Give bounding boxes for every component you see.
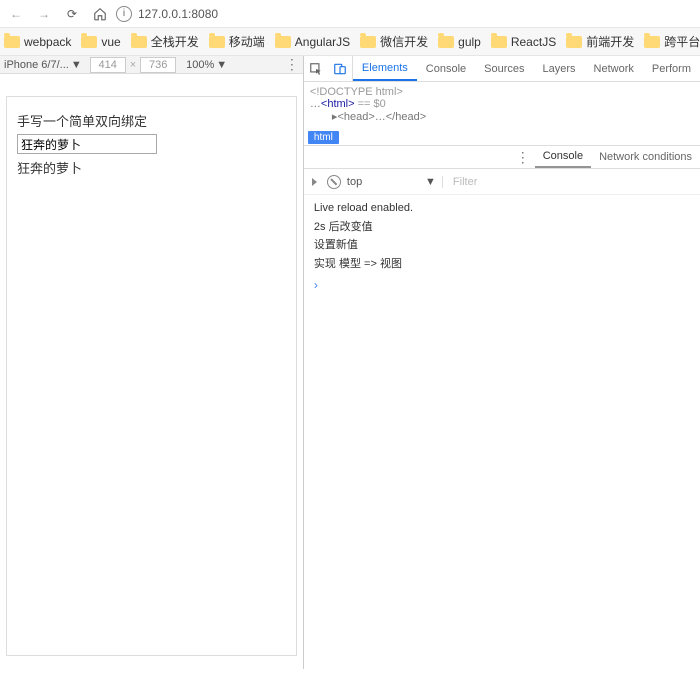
- bookmark-item[interactable]: 前端开发: [566, 33, 634, 50]
- folder-icon: [566, 36, 582, 48]
- device-toolbar: iPhone 6/7/...▼ 414 × 736 100%▼ ⋮: [0, 56, 303, 74]
- inspect-icon[interactable]: [304, 56, 328, 81]
- console-output: Live reload enabled.2s 后改变值设置新值实现 模型 => …: [304, 195, 700, 278]
- page-title: 手写一个简单双向绑定: [17, 111, 286, 130]
- zoom-select[interactable]: 100%▼: [186, 59, 227, 71]
- bookmark-item[interactable]: 移动端: [209, 33, 265, 50]
- home-button[interactable]: [86, 0, 114, 28]
- devtools-tab[interactable]: Layers: [534, 56, 585, 81]
- breadcrumb[interactable]: html: [304, 127, 700, 145]
- device-menu[interactable]: ⋮: [285, 56, 299, 73]
- url-text: 127.0.0.1:8080: [138, 7, 218, 21]
- folder-icon: [4, 36, 20, 48]
- folder-icon: [438, 36, 454, 48]
- device-width[interactable]: 414: [90, 57, 126, 73]
- bookmarks-bar: webpack vue 全栈开发移动端 AngularJS 微信开发 gulp ReactJ…: [0, 28, 700, 56]
- device-select[interactable]: iPhone 6/7/...▼: [4, 59, 82, 71]
- drawer-tabbar: ⋮ ConsoleNetwork conditions: [304, 145, 700, 169]
- folder-icon: [209, 36, 225, 48]
- console-filter[interactable]: Filter: [449, 176, 696, 188]
- folder-icon: [491, 36, 507, 48]
- drawer-tab[interactable]: Console: [535, 146, 591, 168]
- folder-icon: [275, 36, 291, 48]
- browser-toolbar: ← → ⟳ i 127.0.0.1:8080: [0, 0, 700, 28]
- back-button[interactable]: ←: [2, 0, 30, 28]
- reload-button[interactable]: ⟳: [58, 0, 86, 28]
- folder-icon: [360, 36, 376, 48]
- devtools-tab[interactable]: Console: [417, 56, 475, 81]
- forward-button[interactable]: →: [30, 0, 58, 28]
- device-pane: iPhone 6/7/...▼ 414 × 736 100%▼ ⋮ 手写一个简单…: [0, 56, 304, 669]
- address-bar[interactable]: i 127.0.0.1:8080: [114, 3, 698, 25]
- console-line: 2s 后改变值: [314, 218, 690, 237]
- binding-input[interactable]: [17, 134, 157, 154]
- binding-output: 狂奔的萝卜: [17, 158, 286, 177]
- context-select[interactable]: top▼: [347, 176, 443, 188]
- info-icon: i: [116, 6, 132, 22]
- folder-icon: [644, 36, 660, 48]
- dom-tree[interactable]: <!DOCTYPE html> …<html> == $0 ▸<head>…</…: [304, 82, 700, 127]
- bookmark-item[interactable]: gulp: [438, 35, 481, 49]
- bookmark-item[interactable]: 跨平台开发平台: [644, 33, 700, 50]
- bookmark-item[interactable]: webpack: [4, 35, 71, 49]
- main-split: iPhone 6/7/...▼ 414 × 736 100%▼ ⋮ 手写一个简单…: [0, 56, 700, 669]
- folder-icon: [131, 36, 147, 48]
- console-line: 设置新值: [314, 236, 690, 255]
- drawer-menu[interactable]: ⋮: [511, 149, 535, 166]
- clear-console-icon[interactable]: [327, 175, 341, 189]
- console-line: 实现 模型 => 视图: [314, 255, 690, 274]
- devtools-tabbar: ElementsConsoleSourcesLayersNetworkPerfo…: [304, 56, 700, 82]
- console-toolbar: top▼ Filter: [304, 169, 700, 195]
- devtools-tab[interactable]: Perform: [643, 56, 700, 81]
- bookmark-item[interactable]: AngularJS: [275, 35, 350, 49]
- folder-icon: [81, 36, 97, 48]
- times-icon: ×: [130, 59, 136, 71]
- page-content: 手写一个简单双向绑定 狂奔的萝卜: [6, 96, 297, 656]
- device-height[interactable]: 736: [140, 57, 176, 73]
- devtools-pane: ElementsConsoleSourcesLayersNetworkPerfo…: [304, 56, 700, 669]
- device-toggle-icon[interactable]: [328, 56, 352, 81]
- console-line: Live reload enabled.: [314, 199, 690, 218]
- devtools-tab[interactable]: Network: [585, 56, 643, 81]
- drawer-tab[interactable]: Network conditions: [591, 146, 700, 168]
- bookmark-item[interactable]: ReactJS: [491, 35, 556, 49]
- console-prompt[interactable]: ›: [304, 278, 700, 292]
- devtools-tab[interactable]: Elements: [353, 56, 417, 81]
- bookmark-item[interactable]: 全栈开发: [131, 33, 199, 50]
- rendered-viewport: 手写一个简单双向绑定 狂奔的萝卜: [0, 74, 303, 678]
- play-icon[interactable]: [312, 178, 317, 186]
- bookmark-item[interactable]: 微信开发: [360, 33, 428, 50]
- devtools-tab[interactable]: Sources: [475, 56, 533, 81]
- bookmark-item[interactable]: vue: [81, 35, 120, 49]
